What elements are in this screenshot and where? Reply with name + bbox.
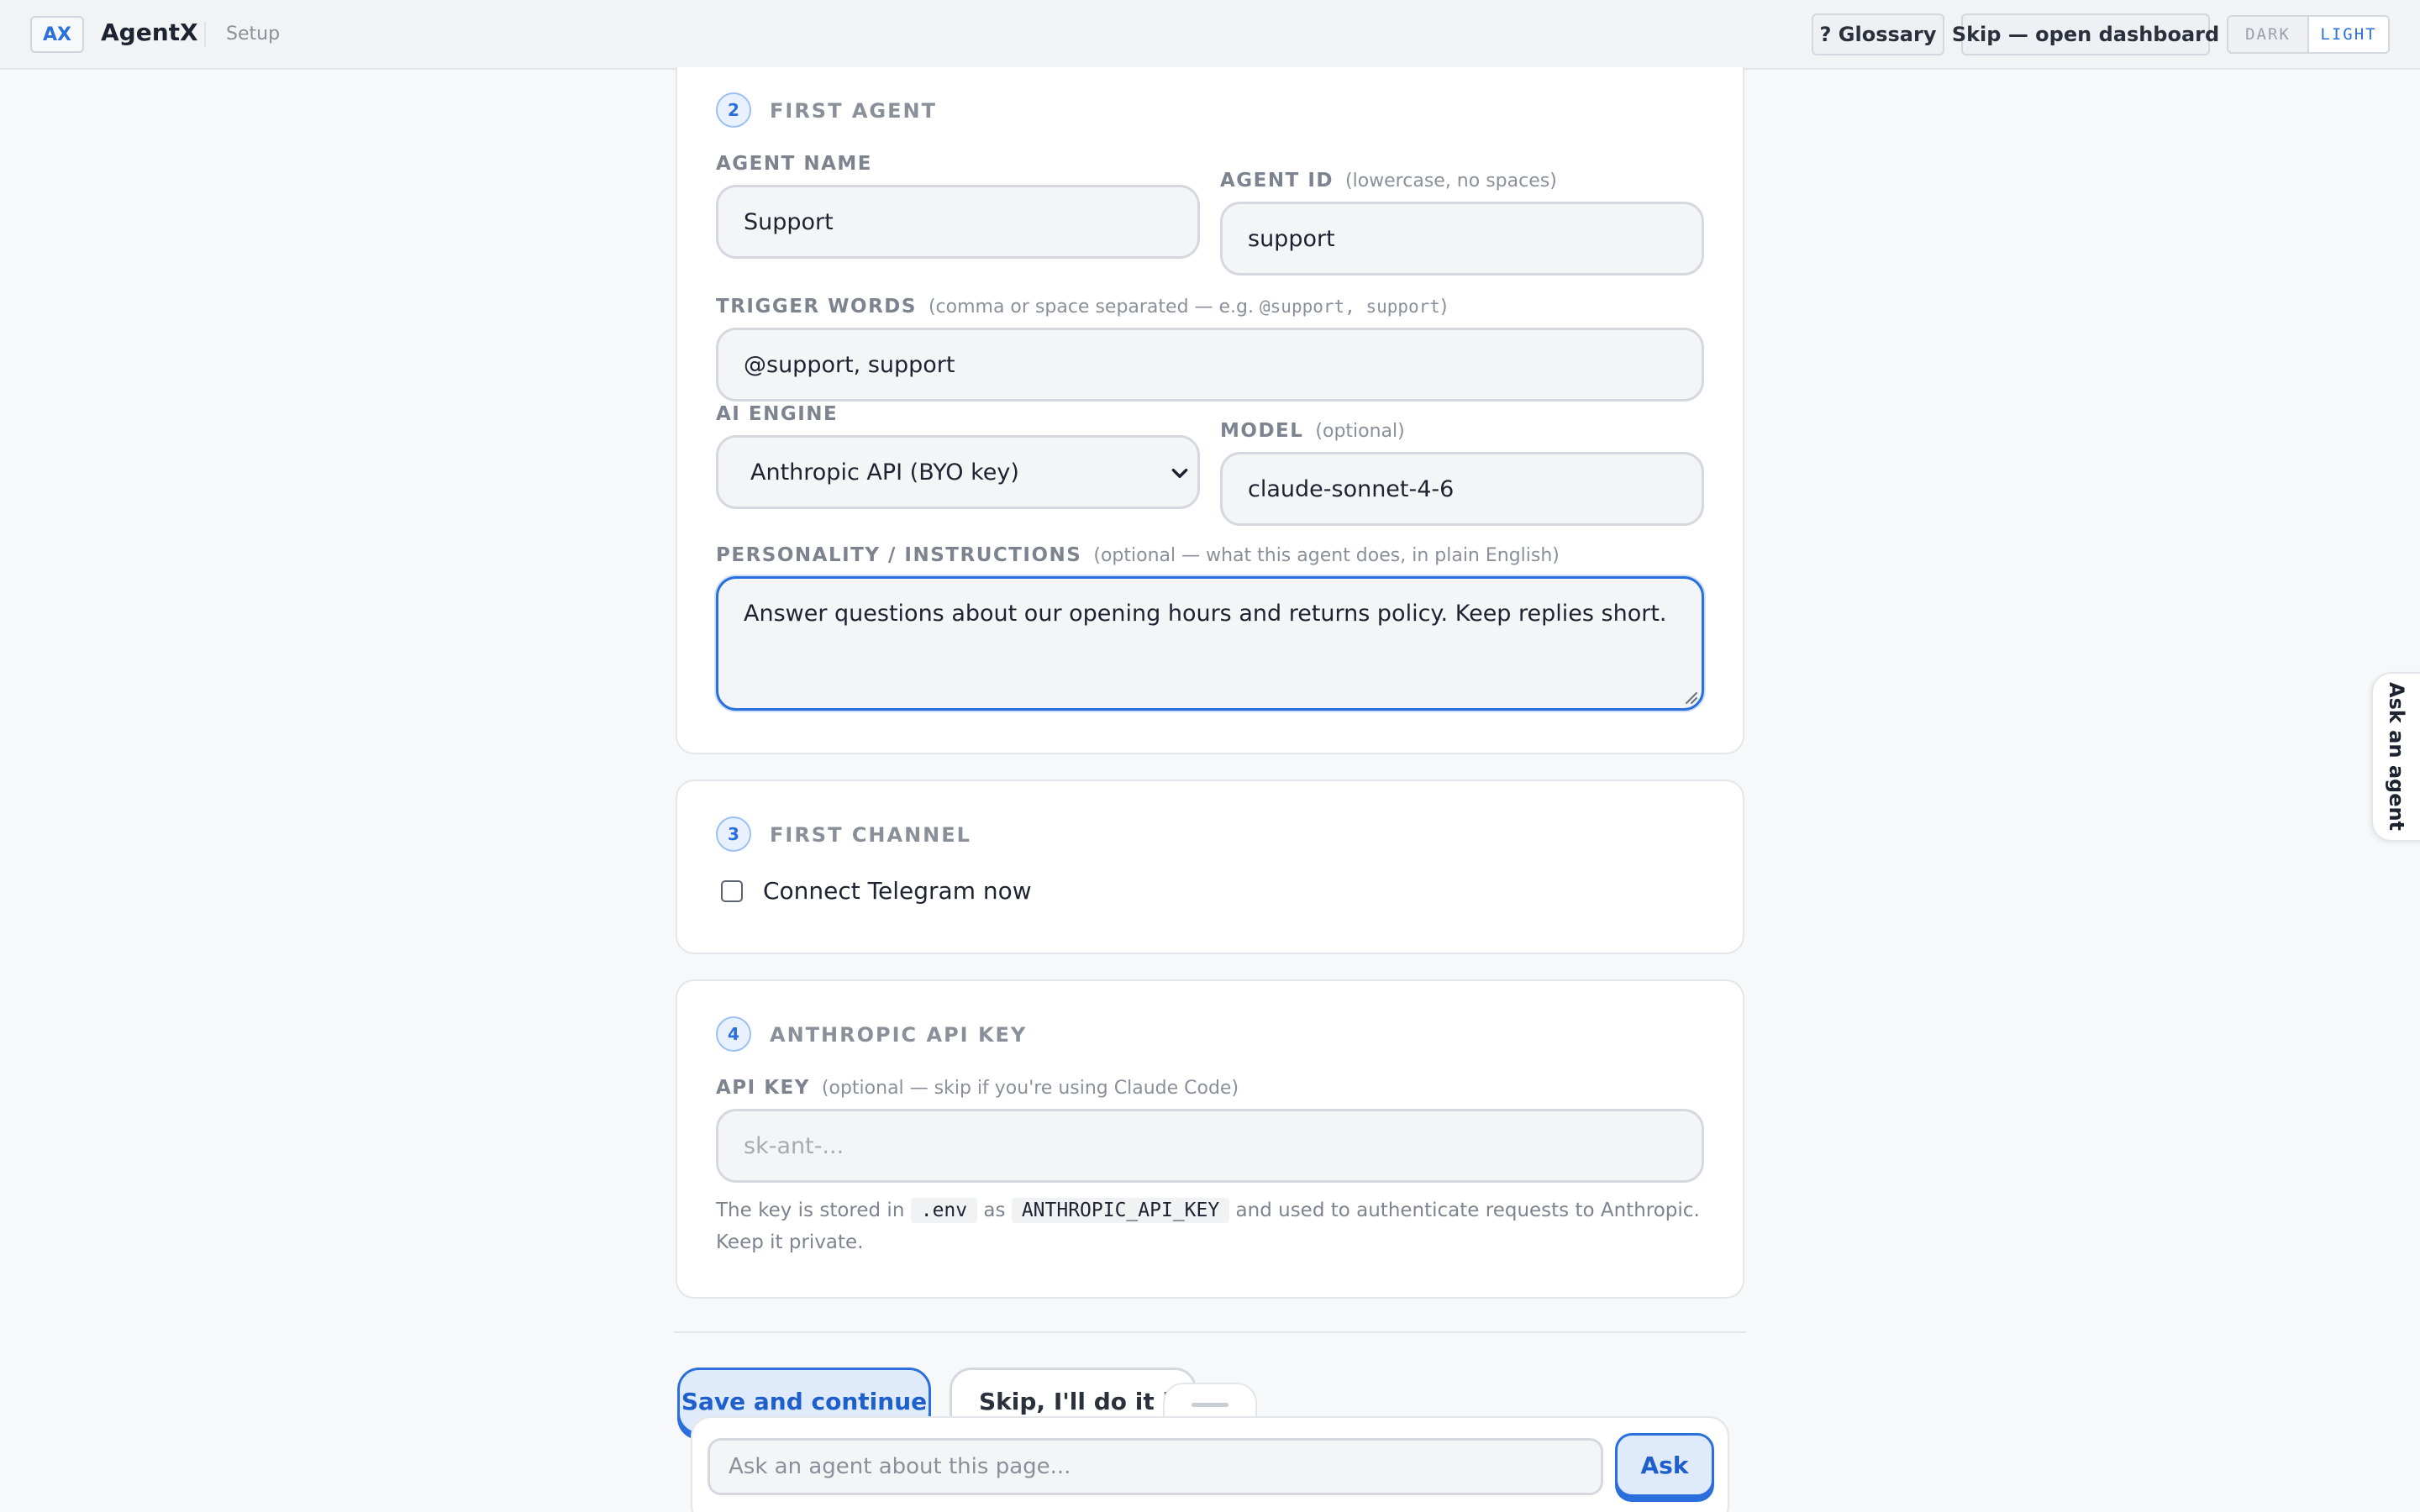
topbar-divider	[204, 22, 206, 47]
ask-agent-input[interactable]: Ask an agent about this page...	[708, 1438, 1603, 1495]
api-key-placeholder: sk-ant-...	[744, 1132, 844, 1159]
telegram-checkbox[interactable]	[721, 880, 743, 902]
section-divider	[674, 1331, 1746, 1333]
skip-open-dashboard-button[interactable]: Skip — open dashboard	[1952, 13, 2219, 55]
model-input[interactable]: claude-sonnet-4-6	[1220, 452, 1704, 526]
api-key-label: API KEY (optional — skip if you're using …	[716, 1077, 1239, 1099]
ai-engine-value: Anthropic API (BYO key)	[750, 459, 1019, 486]
minus-icon	[1192, 1402, 1228, 1407]
resize-handle-icon[interactable]	[1681, 688, 1698, 705]
env-var-code: ANTHROPIC_API_KEY	[1011, 1198, 1230, 1223]
agent-name-value: Support	[744, 208, 834, 235]
personality-value: Answer questions about our opening hours…	[744, 601, 1667, 627]
help-part-2: as	[977, 1200, 1012, 1221]
ai-engine-label-text: AI ENGINE	[716, 403, 839, 425]
theme-toggle: DARK LIGHT	[2227, 15, 2390, 54]
help-part-1: The key is stored in	[716, 1200, 911, 1221]
step-2-badge: 2	[716, 92, 751, 128]
model-hint: (optional)	[1315, 421, 1405, 442]
agent-id-input[interactable]: support	[1220, 202, 1704, 276]
side-tab-label: Ask an agent	[2385, 682, 2408, 832]
model-label: MODEL (optional)	[1220, 420, 1405, 442]
chevron-down-icon	[1171, 468, 1188, 478]
trigger-words-label-text: TRIGGER WORDS	[716, 296, 917, 318]
agent-id-value: support	[1248, 225, 1335, 252]
agent-id-label: AGENT ID (lowercase, no spaces)	[1220, 170, 1557, 192]
step-4-badge: 4	[716, 1016, 751, 1052]
agent-name-label-text: AGENT NAME	[716, 153, 872, 175]
trigger-words-label: TRIGGER WORDS (comma or space separated —…	[716, 296, 1448, 318]
trigger-words-hint: (comma or space separated — e.g. @suppor…	[929, 297, 1448, 318]
trigger-hint-suffix: )	[1439, 297, 1448, 318]
agent-name-label: AGENT NAME	[716, 153, 872, 175]
theme-light-option[interactable]: LIGHT	[2307, 17, 2388, 52]
api-key-hint: (optional — skip if you're using Claude …	[821, 1078, 1239, 1099]
ask-agent-side-tab[interactable]: Ask an agent	[2371, 672, 2420, 842]
model-value: claude-sonnet-4-6	[1248, 475, 1455, 502]
ask-button[interactable]: Ask	[1615, 1433, 1714, 1497]
personality-label: PERSONALITY / INSTRUCTIONS (optional — wh…	[716, 544, 1560, 566]
api-key-input[interactable]: sk-ant-...	[716, 1109, 1704, 1183]
first-channel-title: FIRST CHANNEL	[770, 823, 971, 847]
ai-engine-label: AI ENGINE	[716, 403, 838, 425]
api-key-title: ANTHROPIC API KEY	[770, 1023, 1028, 1047]
model-label-text: MODEL	[1220, 420, 1304, 442]
agent-name-input[interactable]: Support	[716, 185, 1200, 259]
app-logo[interactable]: AX	[30, 16, 84, 53]
ai-engine-select[interactable]: Anthropic API (BYO key)	[716, 435, 1200, 509]
agent-id-hint: (lowercase, no spaces)	[1345, 171, 1557, 192]
personality-label-text: PERSONALITY / INSTRUCTIONS	[716, 544, 1082, 566]
agent-id-label-text: AGENT ID	[1220, 170, 1334, 192]
api-key-help-text: The key is stored in .env as ANTHROPIC_A…	[716, 1194, 1707, 1258]
first-agent-title: FIRST AGENT	[770, 99, 937, 123]
trigger-hint-prefix: (comma or space separated — e.g.	[928, 297, 1260, 318]
theme-dark-option[interactable]: DARK	[2228, 17, 2307, 52]
trigger-words-value: @support, support	[744, 351, 955, 378]
trigger-words-input[interactable]: @support, support	[716, 328, 1704, 402]
personality-textarea[interactable]: Answer questions about our opening hours…	[716, 576, 1704, 711]
step-3-badge: 3	[716, 816, 751, 852]
personality-hint: (optional — what this agent does, in pla…	[1093, 545, 1560, 566]
top-bar: AX AgentX Setup ? Glossary Skip — open d…	[0, 0, 2420, 70]
trigger-hint-example: @support, support	[1260, 297, 1440, 317]
ask-agent-panel: Ask an agent about this page... Ask	[691, 1416, 1729, 1512]
breadcrumb: Setup	[226, 24, 281, 45]
ask-agent-placeholder: Ask an agent about this page...	[729, 1454, 1071, 1479]
telegram-checkbox-label[interactable]: Connect Telegram now	[763, 877, 1032, 905]
app-name: AgentX	[101, 18, 198, 46]
env-file-code: .env	[910, 1198, 978, 1223]
first-channel-card	[676, 780, 1744, 954]
glossary-button[interactable]: ? Glossary	[1812, 13, 1944, 55]
api-key-label-text: API KEY	[716, 1077, 810, 1099]
